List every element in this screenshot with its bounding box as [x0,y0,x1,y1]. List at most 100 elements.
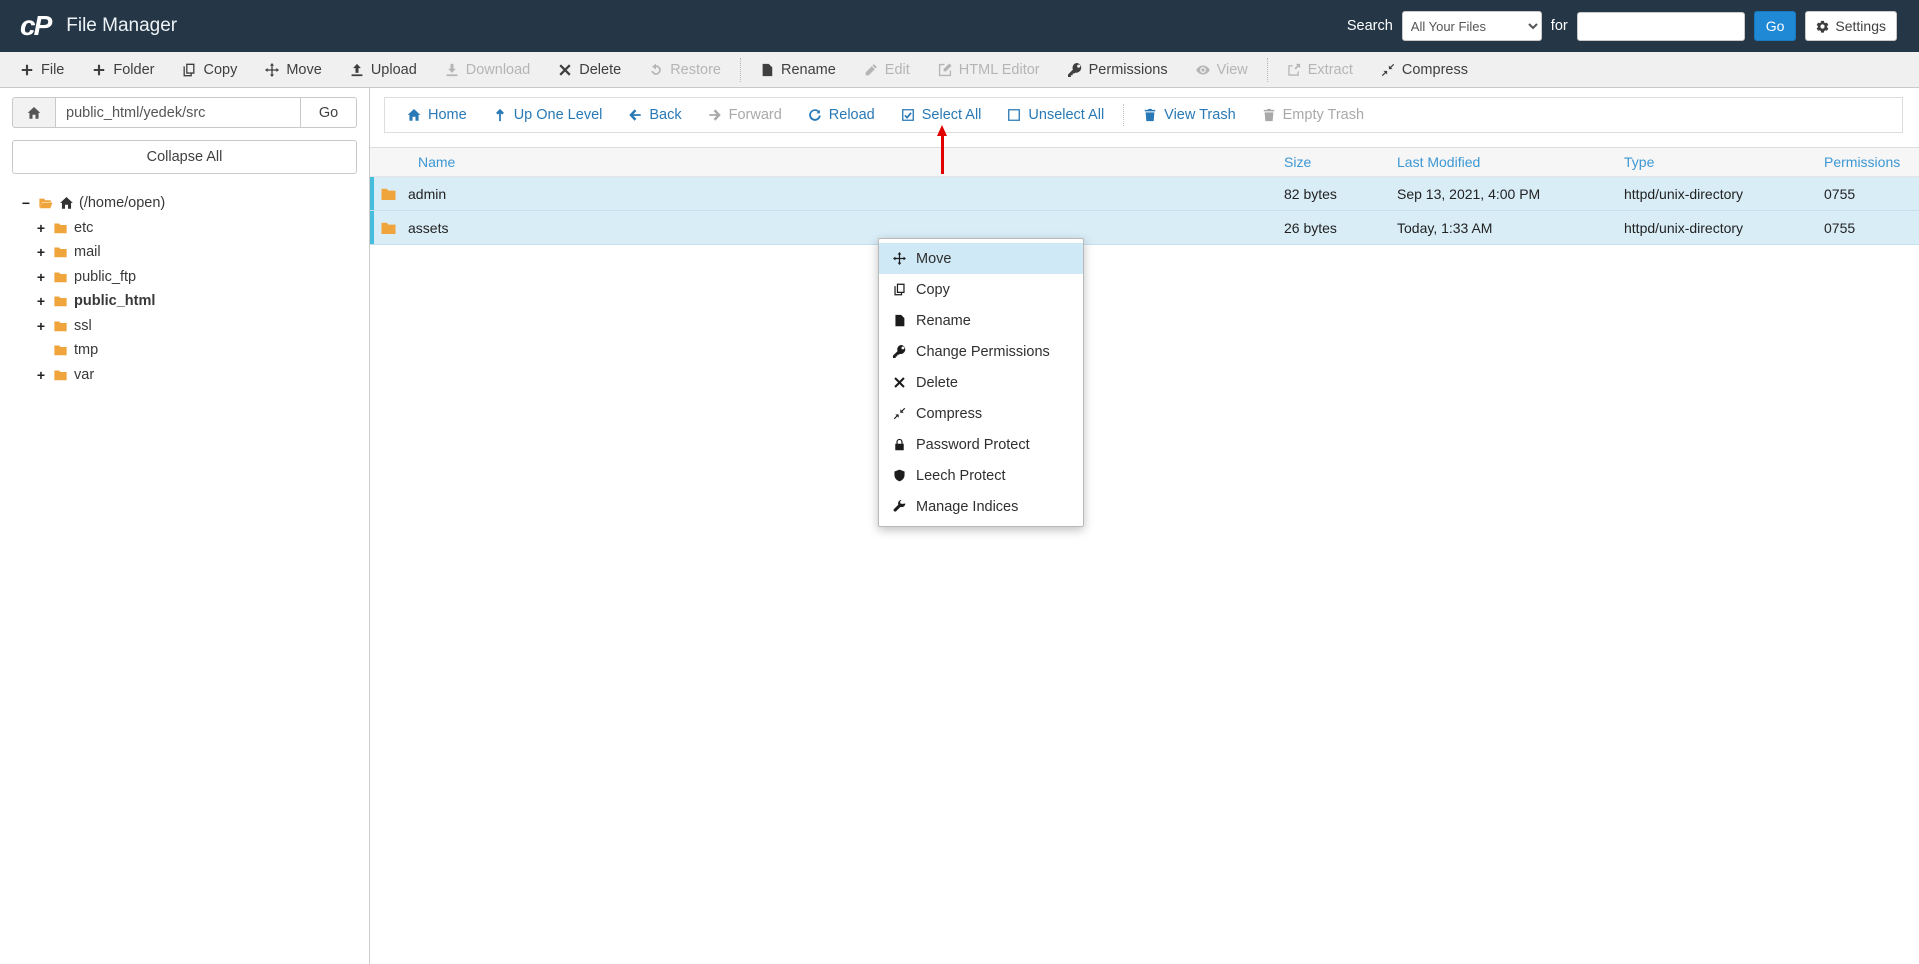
path-go-button[interactable]: Go [301,97,357,128]
nav-home-label: Home [428,107,467,123]
toolbar-folder-label: Folder [113,62,154,78]
tree-root-item[interactable]: − (/home/open) [20,191,357,216]
search-scope-select[interactable]: All Your Files [1402,11,1542,41]
upload-icon [350,63,364,77]
path-input[interactable] [56,97,301,128]
nav-back-label: Back [649,107,681,123]
nav-select-all-label: Select All [922,107,982,123]
toolbar-rename-label: Rename [781,62,836,78]
column-header-size[interactable]: Size [1284,154,1397,170]
context-menu-leech-protect-item[interactable]: Leech Protect [879,460,1083,491]
column-header-last-modified[interactable]: Last Modified [1397,154,1624,170]
toolbar-divider [1267,58,1268,82]
tree-item-mail[interactable]: + mail [20,240,357,265]
nav-empty-trash-label: Empty Trash [1283,107,1364,123]
nav-view-trash-label: View Trash [1164,107,1235,123]
wrench-icon [893,500,906,513]
nav-forward-button: Forward [695,98,795,132]
expand-toggle-icon[interactable]: + [35,244,47,260]
folder-icon [52,221,69,235]
folder-icon [52,368,69,382]
file-navigation-bar: Home Up One Level Back Forward Reload Se… [384,97,1903,133]
shield-icon [893,469,906,482]
toolbar-download-label: Download [466,62,531,78]
tree-item-public-html[interactable]: + public_html [20,289,357,314]
settings-button[interactable]: Settings [1805,11,1897,41]
collapse-toggle-icon[interactable]: − [20,195,32,211]
file-row-assets[interactable]: assets 26 bytes Today, 1:33 AM httpd/uni… [370,211,1919,245]
context-menu-rename-item[interactable]: Rename [879,305,1083,336]
tree-item-ssl[interactable]: + ssl [20,314,357,339]
expand-toggle-icon[interactable]: + [35,318,47,334]
file-type: httpd/unix-directory [1624,220,1824,236]
search-input[interactable] [1577,12,1745,41]
expand-toggle-icon[interactable]: + [35,220,47,236]
context-menu-change-permissions-item[interactable]: Change Permissions [879,336,1083,367]
tree-item-public-ftp[interactable]: + public_ftp [20,265,357,290]
context-menu-manage-indices-item[interactable]: Manage Indices [879,491,1083,522]
nav-up-one-level-button[interactable]: Up One Level [480,98,616,132]
nav-view-trash-button[interactable]: View Trash [1130,98,1248,132]
toolbar-file-button[interactable]: File [6,52,78,87]
context-menu-manage-indices-label: Manage Indices [916,499,1018,515]
toolbar-upload-button[interactable]: Upload [336,52,431,87]
file-permissions: 0755 [1824,186,1919,202]
nav-unselect-all-button[interactable]: Unselect All [994,98,1117,132]
column-header-type[interactable]: Type [1624,154,1824,170]
file-icon [893,314,906,327]
file-size: 26 bytes [1284,220,1397,236]
plus-icon [20,63,34,77]
navbar-divider [1123,104,1124,126]
toolbar-permissions-label: Permissions [1089,62,1168,78]
file-icon [760,63,774,77]
cpanel-logo: cP [20,10,50,42]
home-icon [407,108,421,122]
compress-icon [893,407,906,420]
tree-item-label: ssl [74,318,92,334]
toolbar-compress-button[interactable]: Compress [1367,52,1482,87]
folder-icon [52,343,69,357]
toolbar-move-button[interactable]: Move [251,52,335,87]
toolbar-rename-button[interactable]: Rename [746,52,850,87]
nav-back-button[interactable]: Back [615,98,694,132]
toolbar-delete-button[interactable]: Delete [544,52,635,87]
file-row-admin[interactable]: admin 82 bytes Sep 13, 2021, 4:00 PM htt… [370,177,1919,211]
nav-select-all-button[interactable]: Select All [888,98,995,132]
expand-toggle-icon[interactable]: + [35,293,47,309]
home-icon [59,196,74,210]
nav-reload-button[interactable]: Reload [795,98,888,132]
file-name: admin [408,186,446,202]
expand-toggle-icon[interactable]: + [35,269,47,285]
tree-item-var[interactable]: + var [20,363,357,388]
restore-icon [649,63,663,77]
collapse-all-button[interactable]: Collapse All [12,140,357,174]
search-go-button[interactable]: Go [1754,11,1797,41]
download-icon [445,63,459,77]
lock-icon [893,438,906,451]
reload-icon [808,108,822,122]
nav-home-button[interactable]: Home [394,98,480,132]
toolbar-folder-button[interactable]: Folder [78,52,168,87]
sidebar: Go Collapse All − (/home/open) + etc + m… [0,88,370,964]
context-menu-move-item[interactable]: Move [879,243,1083,274]
nav-reload-label: Reload [829,107,875,123]
expand-toggle-icon[interactable]: + [35,367,47,383]
tree-item-tmp[interactable]: tmp [20,338,357,363]
page-title: File Manager [66,15,177,37]
column-header-name[interactable]: Name [370,154,1284,170]
nav-empty-trash-button: Empty Trash [1249,98,1377,132]
toolbar-copy-button[interactable]: Copy [168,52,251,87]
column-header-permissions[interactable]: Permissions [1824,154,1919,170]
context-menu-delete-item[interactable]: Delete [879,367,1083,398]
context-menu-compress-item[interactable]: Compress [879,398,1083,429]
context-menu-leech-protect-label: Leech Protect [916,468,1005,484]
table-header-row: Name Size Last Modified Type Permissions [370,147,1919,177]
home-path-button[interactable] [12,97,56,128]
move-icon [893,252,906,265]
context-menu-password-protect-item[interactable]: Password Protect [879,429,1083,460]
context-menu-copy-item[interactable]: Copy [879,274,1083,305]
eye-icon [1196,63,1210,77]
delete-x-icon [893,376,906,389]
toolbar-permissions-button[interactable]: Permissions [1054,52,1182,87]
tree-item-etc[interactable]: + etc [20,216,357,241]
